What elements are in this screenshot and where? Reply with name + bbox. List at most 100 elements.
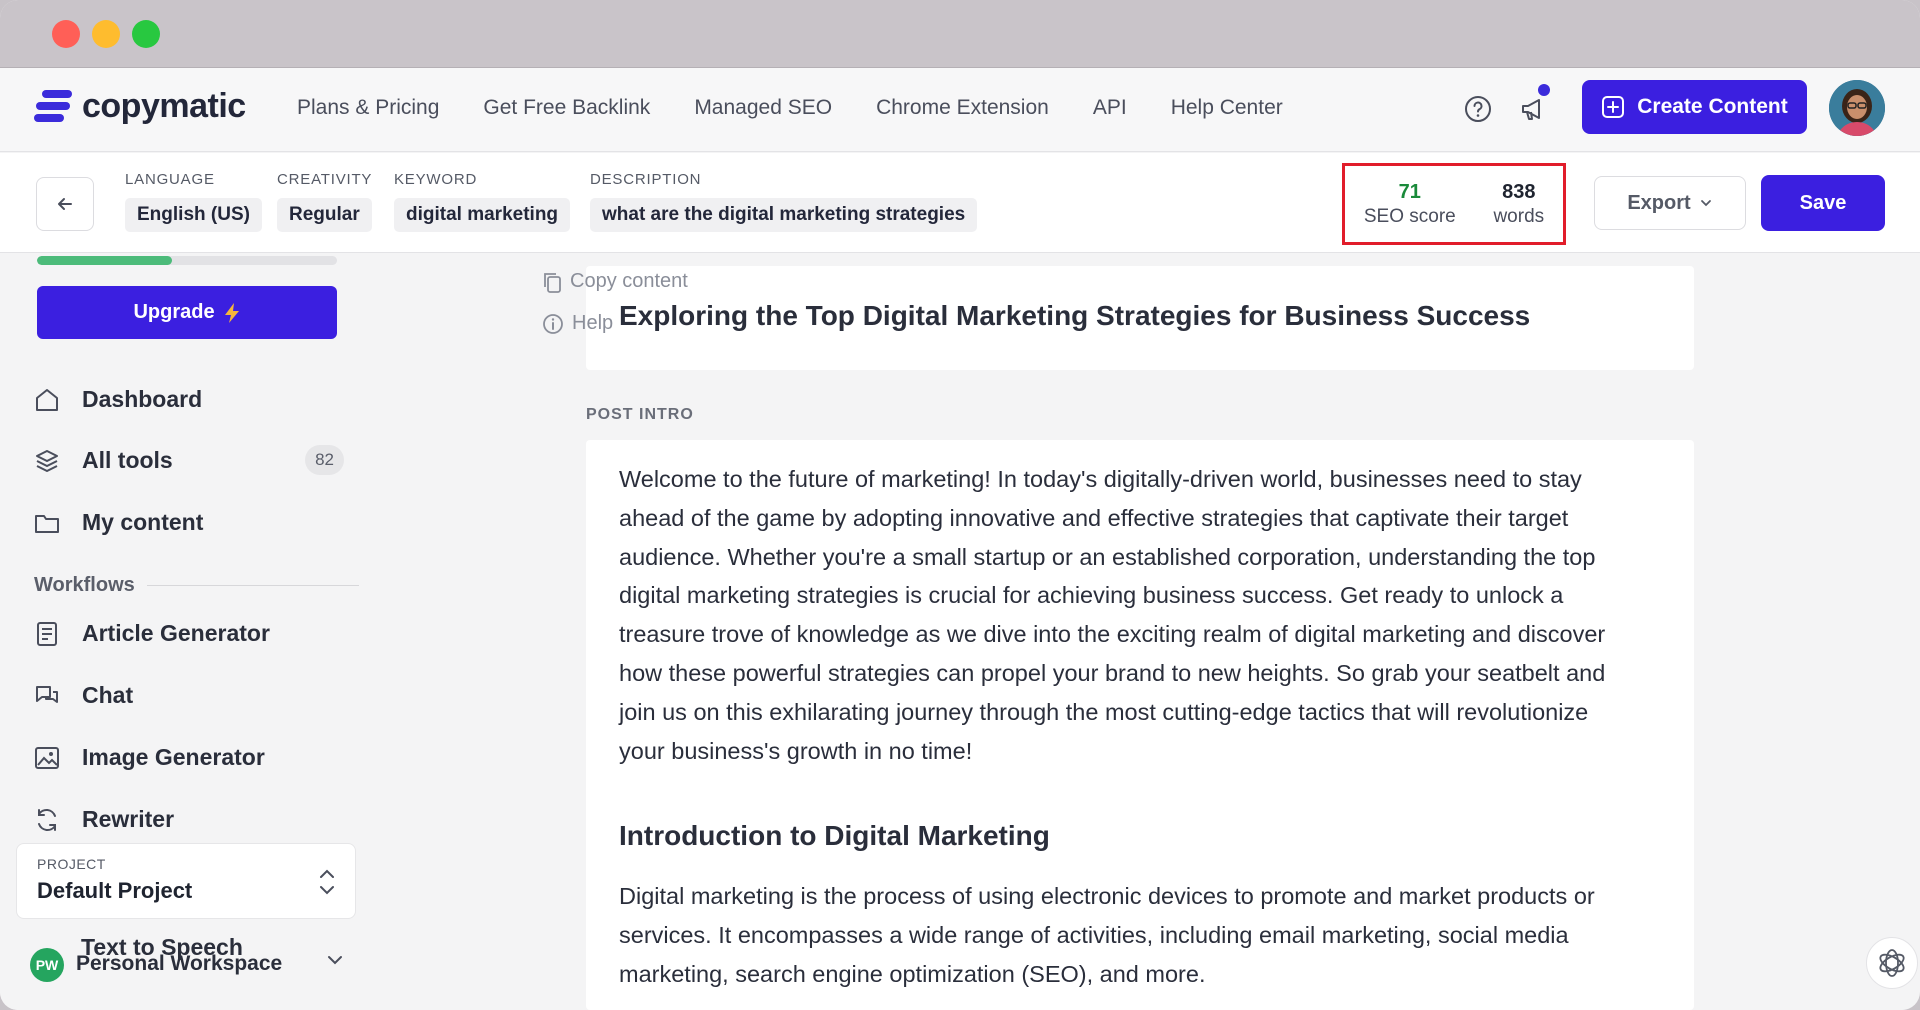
sidebar-item-label: Image Generator — [82, 744, 265, 770]
folder-icon — [35, 514, 59, 533]
copy-content-button[interactable]: Copy content — [542, 270, 688, 293]
article-body-editor[interactable]: Welcome to the future of marketing! In t… — [586, 440, 1694, 1010]
back-button[interactable] — [36, 177, 94, 231]
minimize-window-button[interactable] — [92, 20, 120, 48]
seo-score: 71 SEO score — [1364, 181, 1456, 228]
body-paragraph[interactable]: Digital marketing is the process of usin… — [619, 877, 1659, 993]
nav-link-api[interactable]: API — [1093, 96, 1127, 120]
chatgpt-assistant-button[interactable] — [1866, 937, 1918, 989]
sidebar-item-label: Dashboard — [82, 386, 203, 412]
sidebar-item-label: Rewriter — [82, 806, 175, 832]
notification-dot — [1538, 84, 1550, 96]
copy-icon — [544, 272, 561, 293]
language-label: LANGUAGE — [125, 171, 215, 188]
user-avatar[interactable] — [1829, 80, 1885, 136]
workflows-label: Workflows — [34, 574, 135, 596]
section-divider — [146, 585, 359, 586]
section-heading[interactable]: Introduction to Digital Marketing — [619, 820, 1050, 852]
language-value[interactable]: English (US) — [125, 198, 262, 232]
create-content-label: Create Content — [1637, 95, 1788, 118]
sidebar-item-label: All tools — [82, 447, 173, 473]
project-value: Default Project — [37, 878, 193, 903]
refresh-icon — [38, 808, 56, 831]
arrow-left-icon — [58, 198, 72, 210]
megaphone-icon[interactable] — [1518, 94, 1548, 124]
layers-icon — [36, 449, 58, 472]
seo-score-panel: 71 SEO score 838 words — [1342, 163, 1566, 245]
sidebar-item-article-generator[interactable]: Article Generator — [34, 620, 344, 647]
openai-icon — [1879, 949, 1905, 977]
project-selector[interactable]: PROJECT Default Project — [16, 843, 356, 919]
sidebar-item-chat[interactable]: Chat — [34, 682, 344, 709]
text-line: marketing, search engine optimization (S… — [619, 960, 1206, 987]
intro-paragraph[interactable]: Welcome to the future of marketing! In t… — [619, 460, 1659, 770]
create-content-button[interactable]: Create Content — [1582, 80, 1807, 134]
window-titlebar — [0, 0, 1920, 68]
brand-name: copymatic — [82, 86, 246, 125]
close-window-button[interactable] — [52, 20, 80, 48]
word-count-label: words — [1493, 205, 1545, 227]
text-line: services. It encompasses a wide range of… — [619, 921, 1569, 948]
help-button[interactable]: Help — [542, 312, 613, 335]
nav-link-managed-seo[interactable]: Managed SEO — [694, 96, 832, 120]
home-icon — [36, 388, 58, 411]
sidebar-item-rewriter[interactable]: Rewriter — [34, 806, 344, 833]
sidebar-item-image-generator[interactable]: Image Generator — [34, 744, 344, 771]
help-circle-icon[interactable] — [1463, 94, 1493, 124]
text-line: Welcome to the future of marketing! In t… — [619, 466, 1582, 492]
sidebar-item-label: Article Generator — [82, 620, 270, 646]
sidebar-item-dashboard[interactable]: Dashboard — [34, 386, 344, 413]
tools-count-badge: 82 — [305, 445, 344, 475]
workspace-name: Personal Workspace — [76, 952, 283, 975]
text-line: digital marketing strategies is crucial … — [619, 582, 1564, 609]
workspace-avatar: PW — [30, 948, 64, 982]
help-label: Help — [572, 312, 614, 334]
nav-link-chrome-extension[interactable]: Chrome Extension — [876, 96, 1049, 120]
article-title[interactable]: Exploring the Top Digital Marketing Stra… — [619, 300, 1530, 332]
text-line: your business's growth in no time! — [619, 737, 973, 764]
sidebar: Upgrade Dashboard All tools 82 My conten… — [0, 254, 370, 1010]
chevron-down-icon — [1700, 200, 1711, 207]
text-line: how these powerful strategies can propel… — [619, 659, 1606, 686]
nav-link-free-backlink[interactable]: Get Free Backlink — [483, 96, 650, 120]
word-count: 838 words — [1493, 181, 1544, 228]
sidebar-item-label: My content — [82, 509, 204, 535]
language-field: LANGUAGE English (US) — [125, 171, 262, 232]
text-line: join us on this exhilarating journey thr… — [619, 698, 1589, 725]
description-label: DESCRIPTION — [590, 171, 702, 188]
project-label: PROJECT — [37, 856, 106, 872]
save-button[interactable]: Save — [1761, 175, 1885, 231]
sidebar-item-all-tools[interactable]: All tools 82 — [34, 445, 344, 475]
nav-link-help-center[interactable]: Help Center — [1171, 96, 1283, 120]
article-title-card[interactable]: Exploring the Top Digital Marketing Stra… — [586, 266, 1694, 370]
plus-square-icon — [1602, 96, 1625, 118]
upgrade-button[interactable]: Upgrade — [37, 286, 337, 339]
creativity-field: CREATIVITY Regular — [277, 171, 372, 232]
app-window: copymatic Plans & Pricing Get Free Backl… — [0, 0, 1920, 1010]
copymatic-logo-icon — [34, 86, 74, 126]
generation-settings-bar: LANGUAGE English (US) CREATIVITY Regular… — [0, 153, 1920, 253]
brand-logo[interactable]: copymatic — [34, 86, 246, 126]
workflows-heading: Workflows — [34, 574, 359, 597]
nav-link-plans-pricing[interactable]: Plans & Pricing — [297, 96, 439, 120]
keyword-field: KEYWORD digital marketing — [394, 171, 571, 232]
chat-icon — [36, 685, 58, 703]
seo-score-value: 71 — [1398, 180, 1421, 203]
upgrade-label: Upgrade — [133, 301, 215, 323]
sidebar-item-label: Chat — [82, 682, 134, 708]
text-line: treasure trove of knowledge as we dive i… — [619, 621, 1606, 648]
text-line: Digital marketing is the process of usin… — [619, 883, 1595, 909]
sidebar-item-my-content[interactable]: My content — [34, 509, 344, 536]
seo-score-label: SEO score — [1363, 205, 1456, 227]
word-count-value: 838 — [1502, 180, 1536, 203]
description-value[interactable]: what are the digital marketing strategie… — [590, 198, 978, 232]
image-icon — [35, 746, 59, 769]
usage-progress-bar — [37, 256, 337, 265]
maximize-window-button[interactable] — [132, 20, 160, 48]
export-button[interactable]: Export — [1594, 176, 1746, 230]
workspace-switcher[interactable]: Text to Speech PW Personal Workspace — [30, 934, 345, 986]
article-icon — [37, 621, 57, 646]
chevron-up-down-icon — [320, 869, 334, 895]
creativity-value[interactable]: Regular — [277, 198, 372, 232]
keyword-value[interactable]: digital marketing — [394, 198, 571, 232]
